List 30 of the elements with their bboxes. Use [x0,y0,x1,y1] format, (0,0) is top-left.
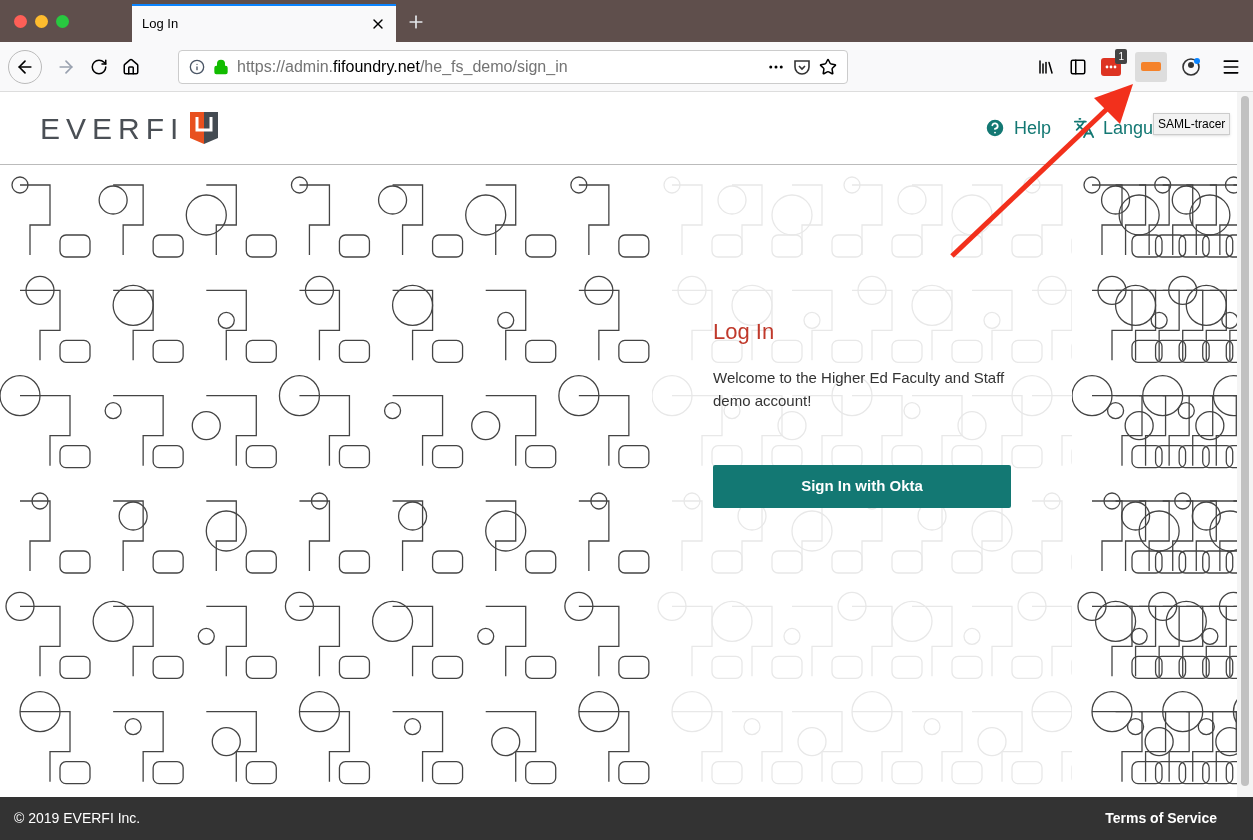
scrollbar[interactable] [1237,92,1253,797]
terms-of-service-link[interactable]: Terms of Service [1105,808,1217,829]
account-icon[interactable] [1181,56,1201,77]
info-icon [189,58,205,75]
library-icon[interactable] [1037,57,1055,76]
pocket-icon[interactable] [793,57,811,76]
reload-icon[interactable] [90,57,108,76]
copyright-text: © 2019 EVERFI Inc. [14,809,141,828]
welcome-message: Welcome to the Higher Ed Faculty and Staff demo account! [713,368,1006,411]
language-link[interactable]: Langu [1072,114,1153,142]
logo-text: EVERFI [40,110,185,147]
maximize-window-button[interactable] [56,14,69,28]
lock-icon [213,58,229,75]
sign-in-okta-button[interactable]: Sign In with Okta [713,465,1011,508]
browser-tab[interactable]: Log In [132,4,396,42]
bookmark-star-icon[interactable] [819,57,837,76]
login-title: Log In [713,318,776,346]
help-icon [983,117,1006,139]
home-icon[interactable] [122,57,140,76]
address-bar[interactable]: https://admin.fifoundry.net/he_fs_demo/sign_in [178,49,848,84]
translate-icon [1072,117,1095,139]
saml-icon [1141,62,1161,71]
sidebar-icon[interactable] [1069,57,1087,76]
close-window-button[interactable] [14,14,27,28]
tooltip: SAML-tracer [1153,113,1231,135]
help-link[interactable]: Help [983,114,1051,142]
logo-icon [190,112,219,144]
url-text: https://admin.fifoundry.net/he_fs_demo/sign_in [237,56,568,77]
notification-badge: 1 [1115,48,1127,64]
minimize-window-button[interactable] [35,14,48,28]
